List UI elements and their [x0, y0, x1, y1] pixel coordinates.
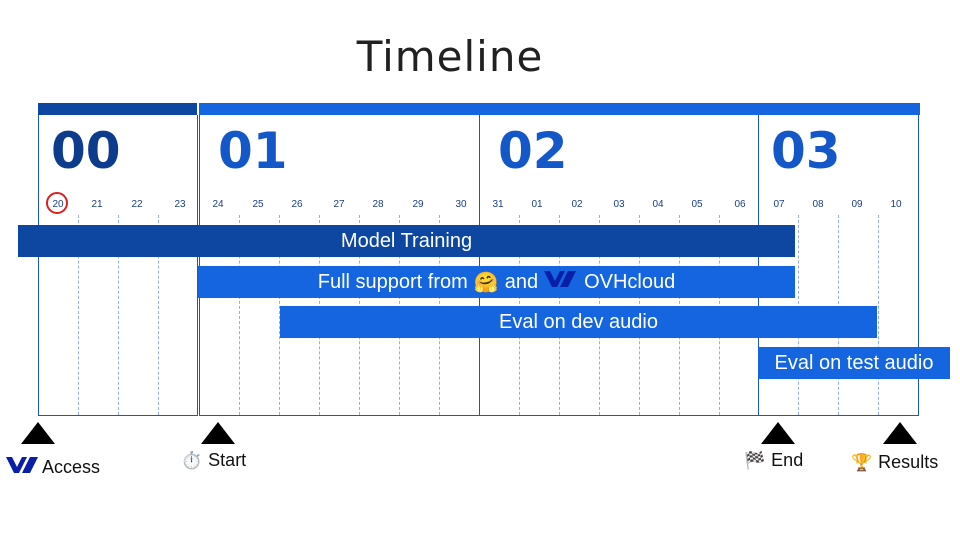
day-label: 07 — [773, 199, 785, 210]
day-label: 23 — [174, 199, 186, 210]
hugging-face-icon: 🤗 — [473, 271, 499, 294]
day-label: 06 — [734, 199, 746, 210]
day-label: 04 — [652, 199, 664, 210]
start-label: Start — [208, 450, 247, 470]
eval-test-bar: Eval on test audio — [758, 347, 950, 379]
day-label: 21 — [91, 199, 103, 210]
day-label: 30 — [455, 199, 467, 210]
day-label: 10 — [890, 199, 902, 210]
day-label: 05 — [691, 199, 703, 210]
day-label: 27 — [333, 199, 345, 210]
results-label: Results — [878, 452, 939, 472]
start-marker — [201, 422, 235, 444]
day-label: 28 — [372, 199, 384, 210]
stopwatch-icon: ⏱️ — [181, 450, 203, 470]
model-training-label: Model Training — [340, 229, 473, 252]
page-title: Timeline — [356, 32, 544, 81]
end-marker — [761, 422, 795, 444]
day-label: 22 — [131, 199, 143, 210]
day-label: 08 — [812, 199, 824, 210]
results-marker — [883, 422, 917, 444]
support-prefix-label: Full support from — [317, 270, 468, 293]
support-suffix-label: OVHcloud — [584, 270, 676, 293]
eval-dev-bar: Eval on dev audio — [280, 306, 877, 338]
checkered-flag-icon: 🏁 — [744, 450, 766, 470]
day-label: 26 — [291, 199, 303, 210]
timeline-diagram: Timeline 00 01 02 03 20 21 22 23 24 25 2… — [0, 0, 960, 540]
support-and-label: and — [504, 270, 539, 293]
week-number-01: 01 — [218, 122, 288, 180]
access-marker — [21, 422, 55, 444]
access-milestone: Access — [6, 456, 100, 479]
day-label: 02 — [571, 199, 583, 210]
end-label: End — [771, 450, 804, 470]
full-support-bar: Full support from 🤗 and OVHcloud — [198, 266, 795, 298]
start-milestone: ⏱️ Start — [181, 450, 246, 471]
access-label: Access — [42, 457, 101, 477]
day-label: 24 — [212, 199, 224, 210]
week-number-00: 00 — [51, 122, 121, 180]
eval-test-label: Eval on test audio — [774, 351, 934, 374]
day-label: 25 — [252, 199, 264, 210]
week-number-03: 03 — [771, 122, 841, 180]
day-label: 01 — [531, 199, 543, 210]
week-00-top-bar — [38, 103, 197, 115]
ovh-logo-icon — [6, 456, 38, 479]
ovh-logo-icon — [544, 270, 577, 294]
eval-dev-label: Eval on dev audio — [498, 310, 658, 333]
day-label: 29 — [412, 199, 424, 210]
model-training-bar: Model Training — [18, 225, 795, 257]
results-milestone: 🏆 Results — [851, 452, 938, 473]
week-01-top-bar — [199, 103, 920, 115]
week-number-02: 02 — [498, 122, 568, 180]
day-line — [878, 215, 879, 415]
day-label: 03 — [613, 199, 625, 210]
trophy-icon: 🏆 — [851, 452, 873, 472]
day-label: 20 — [52, 199, 64, 210]
end-milestone: 🏁 End — [744, 450, 803, 471]
day-label: 09 — [851, 199, 863, 210]
day-label: 31 — [492, 199, 504, 210]
